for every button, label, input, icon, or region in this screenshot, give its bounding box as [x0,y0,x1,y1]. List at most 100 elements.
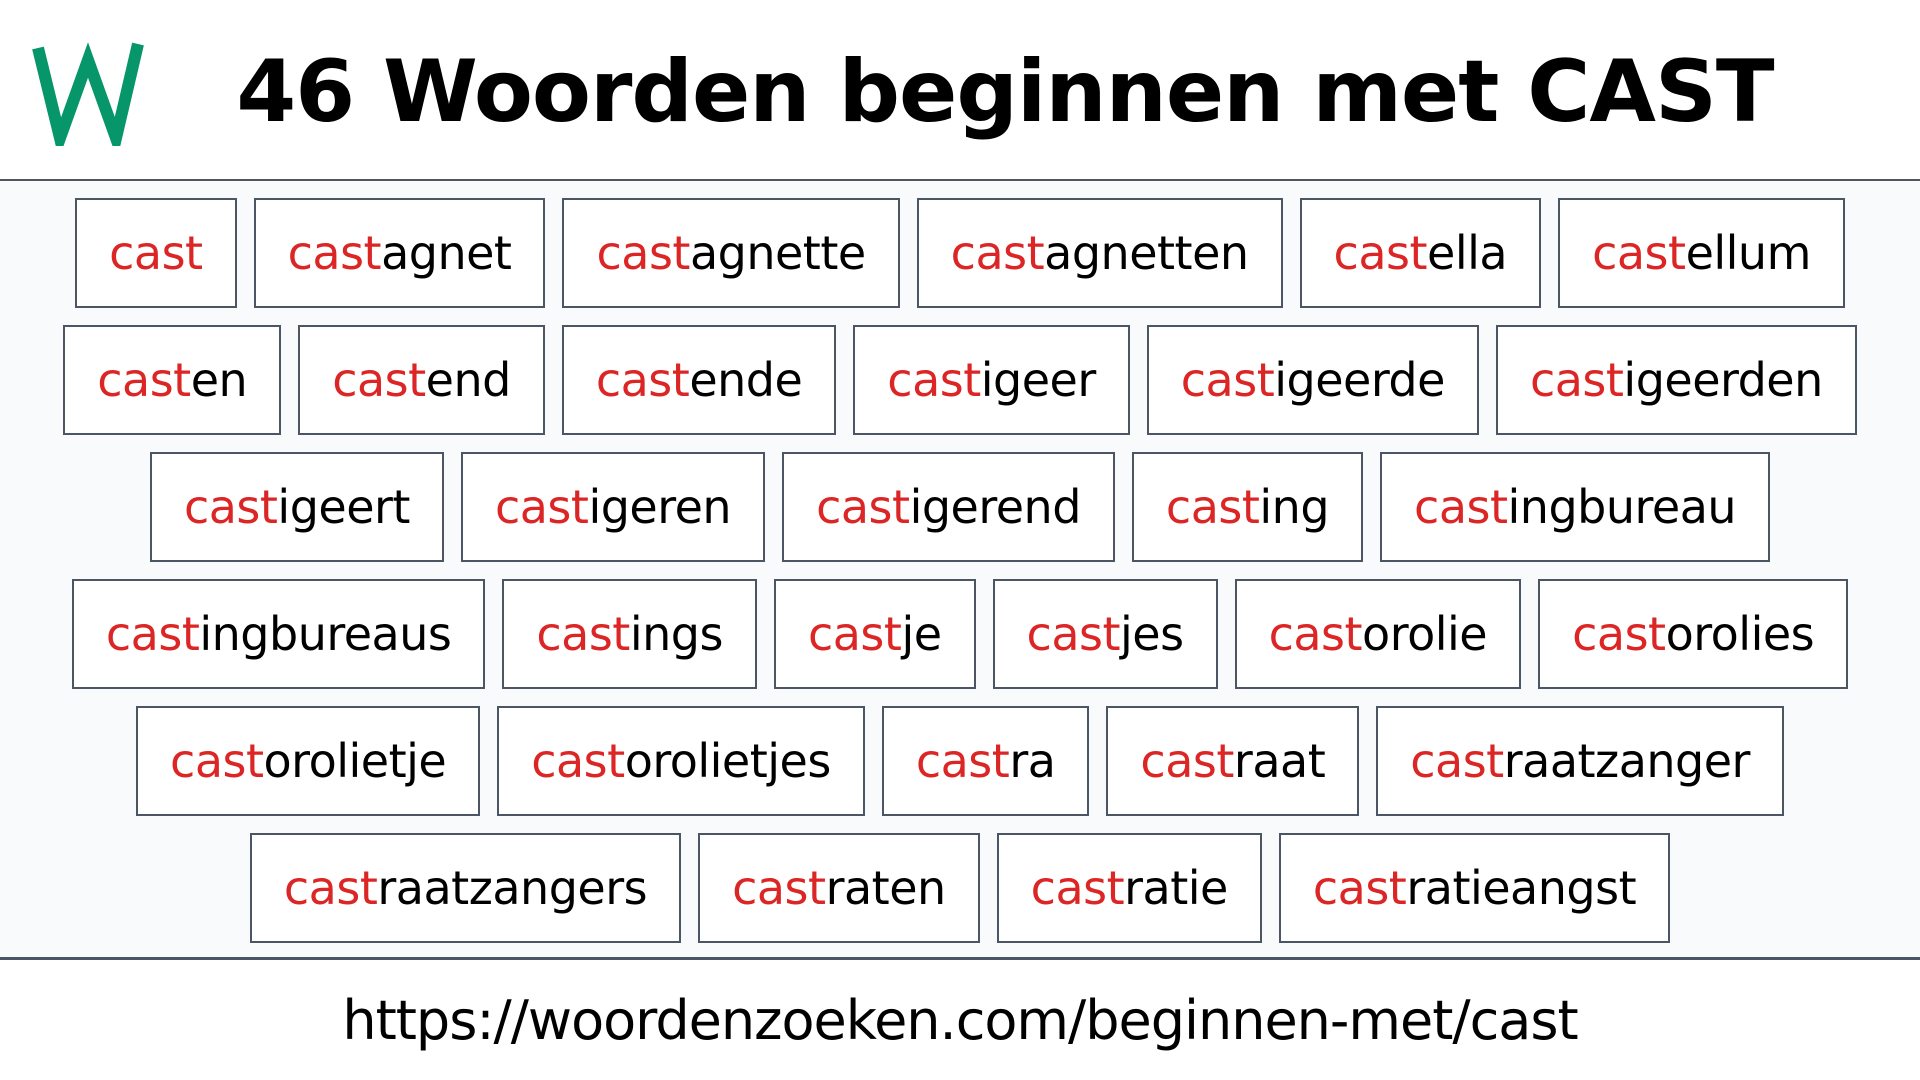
word-suffix: agnet [381,226,512,280]
word-prefix: cast [1180,353,1275,407]
word-item[interactable]: cast igeerde [1146,325,1479,435]
word-row: cast cast agnet cast agnette cast agnetten cast… [0,198,1920,308]
word-item[interactable]: cast ingbureau [1380,452,1771,562]
word-prefix: cast [1026,607,1121,661]
word-prefix: cast [732,861,826,915]
word-grid: cast cast agnet cast agnette cast agnetten cast… [0,179,1920,960]
word-item[interactable]: cast igeer [853,325,1130,435]
word-prefix: cast [1592,226,1686,280]
word-item[interactable]: cast ing [1131,452,1364,562]
word-prefix: cast [595,353,690,407]
word-item[interactable]: cast ings [502,579,757,689]
word-prefix: cast [109,226,203,280]
word-item[interactable]: cast jes [992,579,1218,689]
word-suffix: je [901,607,942,661]
word-prefix: cast [1333,226,1428,280]
word-item[interactable]: cast ratieangst [1278,833,1671,943]
word-item[interactable]: cast igeerden [1495,325,1857,435]
word-suffix: ende [689,353,803,407]
word-prefix: cast [1030,861,1125,915]
word-item[interactable]: cast orolietje [136,706,481,816]
word-row: cast ingbureaus cast ings cast je cast jes cast o… [0,579,1920,689]
word-item[interactable]: cast agnette [562,198,900,308]
word-prefix: cast [105,607,200,661]
word-suffix: ingbureaus [199,607,452,661]
word-suffix: igeert [277,480,410,534]
word-item[interactable]: cast orolietjes [497,706,865,816]
word-suffix: raat [1233,734,1326,788]
word-suffix: ings [629,607,724,661]
word-prefix: cast [596,226,690,280]
word-suffix: igerend [909,480,1082,534]
word-item[interactable]: cast je [773,579,976,689]
word-prefix: cast [97,353,191,407]
word-prefix: cast [1140,734,1234,788]
word-row: cast raatzangers cast raten cast ratie cast rat… [0,833,1920,943]
word-row: cast igeert cast igeren cast igerend cast ing ca… [0,452,1920,562]
word-prefix: cast [170,734,264,788]
word-prefix: cast [915,734,1010,788]
word-prefix: cast [332,353,426,407]
word-suffix: orolies [1665,607,1815,661]
word-item[interactable]: cast en [63,325,282,435]
word-suffix: ellum [1685,226,1812,280]
word-row: cast en cast end cast ende cast igeer cast igeerd… [0,325,1920,435]
word-item[interactable]: cast ra [881,706,1090,816]
word-item[interactable]: cast raten [698,833,980,943]
word-suffix: agnette [689,226,866,280]
word-suffix: igeer [980,353,1097,407]
word-suffix: igeerden [1623,353,1823,407]
word-item[interactable]: cast ingbureaus [71,579,486,689]
word-prefix: cast [887,353,981,407]
word-item[interactable]: cast [75,198,237,308]
page-title: 46 Woorden beginnen met CAST [236,42,1774,142]
word-item[interactable]: cast igeren [460,452,766,562]
word-suffix: raatzangers [377,861,648,915]
word-item[interactable]: cast end [298,325,545,435]
word-item[interactable]: cast agnetten [916,198,1283,308]
word-item[interactable]: cast ende [561,325,837,435]
word-suffix: en [190,353,248,407]
word-prefix: cast [536,607,630,661]
word-prefix: cast [1572,607,1666,661]
word-suffix: igeerde [1274,353,1445,407]
header: 46 Woorden beginnen met CAST [0,0,1920,179]
word-item[interactable]: cast orolies [1538,579,1849,689]
word-suffix: jes [1120,607,1184,661]
word-suffix: raatzanger [1503,734,1751,788]
word-suffix: ra [1009,734,1056,788]
word-suffix: ing [1259,480,1330,534]
word-prefix: cast [1312,861,1407,915]
word-prefix: cast [183,480,278,534]
word-item[interactable]: cast ratie [996,833,1262,943]
word-item[interactable]: cast raat [1106,706,1360,816]
word-suffix: ratieangst [1406,861,1637,915]
word-item[interactable]: cast raatzangers [249,833,682,943]
word-item[interactable]: cast agnet [253,198,546,308]
word-prefix: cast [531,734,625,788]
word-prefix: cast [950,226,1045,280]
word-item[interactable]: cast igerend [782,452,1115,562]
word-suffix: end [425,353,512,407]
word-suffix: ingbureau [1507,480,1737,534]
word-item[interactable]: cast raatzanger [1376,706,1784,816]
word-item[interactable]: cast igeert [149,452,444,562]
word-prefix: cast [1529,353,1624,407]
word-row: cast orolietje cast orolietjes cast ra cast raa… [0,706,1920,816]
word-suffix: agnetten [1044,226,1249,280]
word-prefix: cast [807,607,902,661]
word-suffix: ella [1427,226,1508,280]
word-prefix: cast [1410,734,1504,788]
word-prefix: cast [283,861,378,915]
word-suffix: ratie [1124,861,1228,915]
word-suffix: orolietjes [624,734,832,788]
word-prefix: cast [1414,480,1508,534]
word-item[interactable]: cast orolie [1234,579,1522,689]
word-suffix: igeren [588,480,732,534]
word-item[interactable]: cast ellum [1558,198,1845,308]
source-url[interactable]: https://woordenzoeken.com/beginnen-met/c… [0,960,1920,1080]
word-prefix: cast [816,480,910,534]
word-prefix: cast [1268,607,1363,661]
word-item[interactable]: cast ella [1299,198,1542,308]
word-suffix: orolietje [263,734,447,788]
